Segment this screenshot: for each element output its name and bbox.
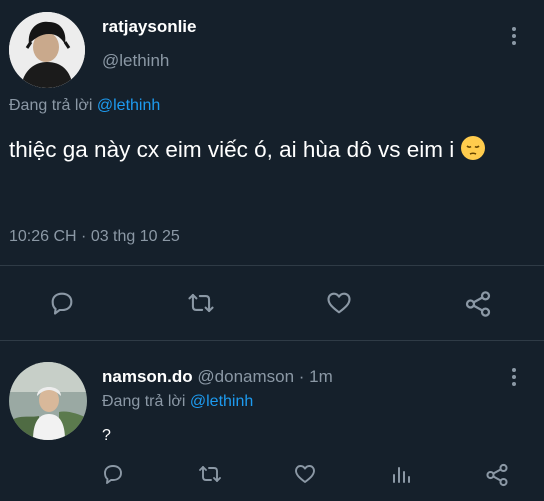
- display-name[interactable]: namson.do: [102, 367, 193, 386]
- divider: [0, 340, 544, 341]
- replying-to-prefix: Đang trả lời: [9, 97, 93, 114]
- reply-header: namson.do @donamson · 1m: [102, 367, 333, 387]
- reply-text: ?: [102, 427, 111, 444]
- replying-to: Đang trả lời @lethinh: [9, 97, 160, 115]
- replying-to-prefix: Đang trả lời: [102, 393, 186, 410]
- reply-icon[interactable]: [48, 289, 76, 317]
- avatar[interactable]: [9, 12, 85, 88]
- divider: [0, 265, 544, 266]
- like-icon[interactable]: [325, 289, 353, 317]
- handle[interactable]: @lethinh: [102, 51, 169, 71]
- retweet-icon[interactable]: [197, 462, 223, 486]
- share-icon[interactable]: [463, 289, 493, 319]
- handle-meta[interactable]: @donamson · 1m: [197, 367, 332, 386]
- more-options-icon[interactable]: [504, 23, 524, 49]
- display-name[interactable]: ratjaysonlie: [102, 17, 197, 37]
- timestamp[interactable]: 10:26 CH · 03 thg 10 25: [9, 228, 180, 246]
- replying-to-handle[interactable]: @lethinh: [97, 97, 160, 114]
- reply-icon[interactable]: [101, 462, 125, 486]
- share-icon[interactable]: [484, 462, 510, 488]
- pensive-face-icon: [460, 135, 486, 167]
- retweet-icon[interactable]: [186, 289, 216, 317]
- like-icon[interactable]: [293, 462, 317, 486]
- tweet-text-body: thiệc ga này cx eim viếc ó, ai hùa dô vs…: [9, 136, 455, 162]
- replying-to-handle[interactable]: @lethinh: [190, 393, 253, 410]
- avatar[interactable]: [9, 362, 87, 440]
- tweet-text: thiệc ga này cx eim viếc ó, ai hùa dô vs…: [9, 135, 486, 167]
- more-options-icon[interactable]: [504, 364, 524, 390]
- analytics-icon[interactable]: [389, 462, 413, 486]
- replying-to: Đang trả lời @lethinh: [102, 393, 253, 411]
